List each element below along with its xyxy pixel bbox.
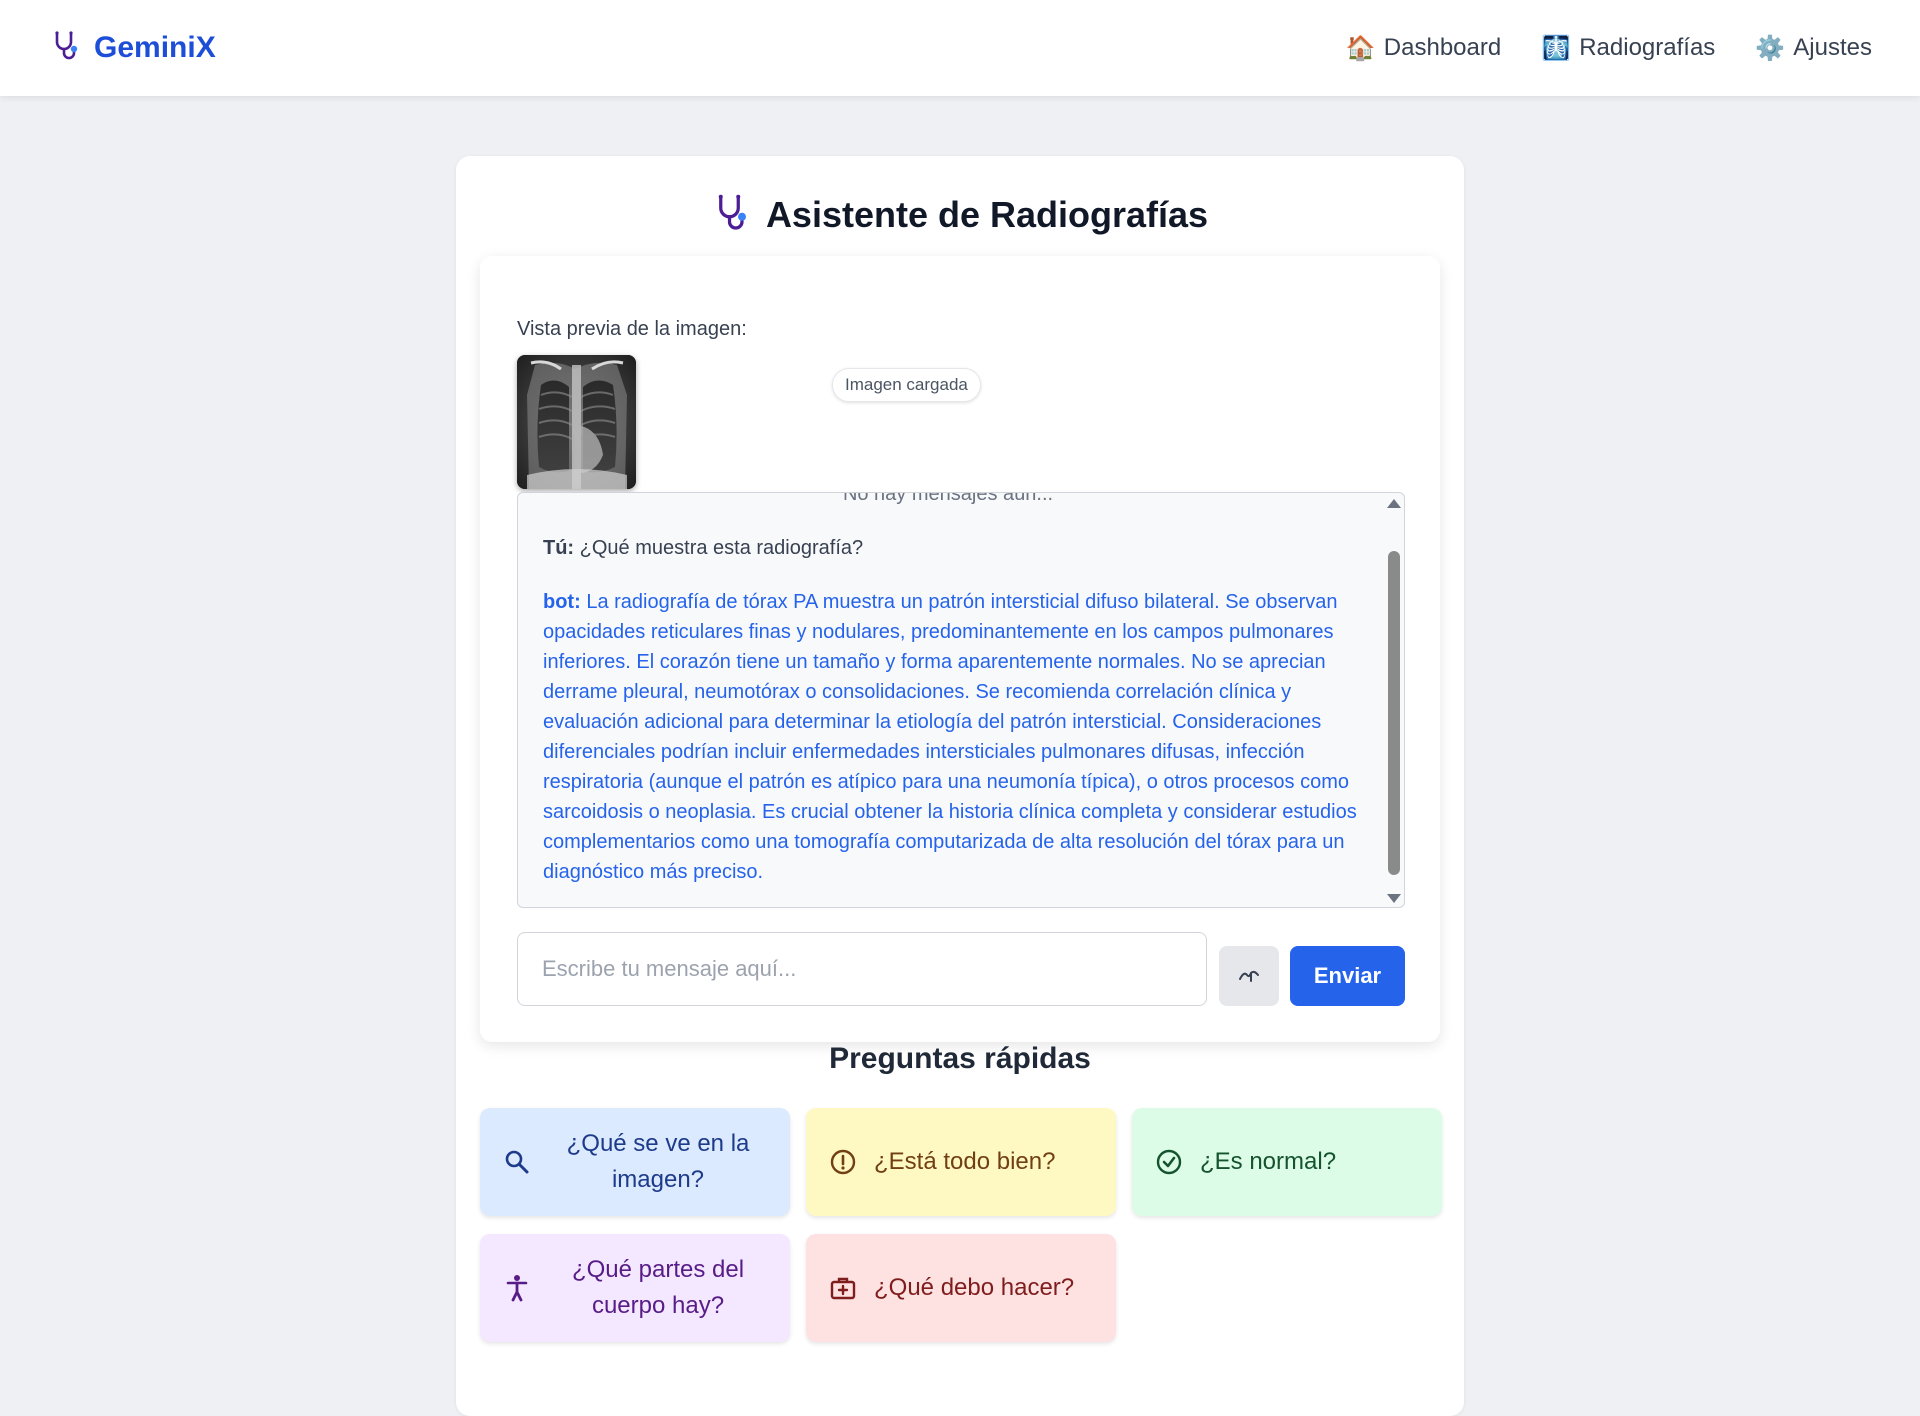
- quick-question-label: ¿Qué partes del cuerpo hay?: [571, 1256, 745, 1319]
- page-title: Asistente de Radiografías: [456, 190, 1464, 240]
- scroll-up-arrow-icon[interactable]: [1387, 499, 1401, 508]
- chat-scrollbar[interactable]: [1382, 493, 1404, 907]
- quick-question-body-parts[interactable]: ¿Qué partes del cuerpo hay?: [480, 1234, 790, 1342]
- stethoscope-icon: [712, 193, 752, 238]
- quick-question-what-to-do[interactable]: ¿Qué debo hacer?: [806, 1234, 1116, 1342]
- top-navbar: GeminiX 🏠 Dashboard 🩻 Radiografías ⚙️ Aj…: [0, 0, 1920, 96]
- quick-question-label: ¿Qué se ve en la imagen?: [566, 1130, 750, 1193]
- nav-item-label: Radiografías: [1579, 34, 1716, 61]
- medical-kit-icon: [828, 1273, 858, 1303]
- message-input[interactable]: [517, 932, 1207, 1006]
- gear-icon: ⚙️: [1755, 34, 1786, 62]
- quick-question-label: ¿Qué debo hacer?: [874, 1274, 1075, 1301]
- alert-circle-icon: [828, 1147, 858, 1177]
- person-icon: [502, 1273, 532, 1303]
- microphone-wave-icon: [1237, 963, 1261, 990]
- xray-skull-icon: 🩻: [1541, 34, 1572, 62]
- search-icon: [502, 1147, 532, 1177]
- house-icon: 🏠: [1345, 34, 1376, 62]
- nav-item-dashboard[interactable]: 🏠 Dashboard: [1346, 34, 1501, 63]
- message-sender: Tú:: [543, 537, 575, 559]
- quick-questions-title: Preguntas rápidas: [829, 1042, 1091, 1075]
- page-title-text: Asistente de Radiografías: [765, 194, 1209, 235]
- voice-input-button[interactable]: [1219, 946, 1279, 1006]
- message-text: La radiografía de tórax PA muestra un pa…: [543, 591, 1357, 883]
- assistant-card: Asistente de Radiografías Vista previa d…: [456, 156, 1464, 1416]
- preview-label: Vista previa de la imagen:: [517, 318, 747, 340]
- quick-question-is-normal[interactable]: ¿Es normal?: [1132, 1108, 1442, 1216]
- empty-messages-text: No hay mensajes aún...: [842, 492, 1054, 505]
- nav-item-ajustes[interactable]: ⚙️ Ajustes: [1755, 34, 1872, 63]
- nav-links: 🏠 Dashboard 🩻 Radiografías ⚙️ Ajustes: [1346, 34, 1872, 63]
- send-button[interactable]: Enviar: [1290, 946, 1405, 1006]
- nav-item-radiografias[interactable]: 🩻 Radiografías: [1541, 34, 1715, 63]
- bot-message: bot: La radiografía de tórax PA muestra …: [543, 587, 1363, 887]
- message-text: ¿Qué muestra esta radiografía?: [579, 537, 864, 559]
- brand-name: GeminiX: [94, 31, 216, 64]
- message-sender: bot:: [543, 591, 581, 613]
- image-status-badge: Imagen cargada: [832, 368, 981, 402]
- xray-thumbnail[interactable]: [517, 355, 636, 489]
- scroll-down-arrow-icon[interactable]: [1387, 894, 1401, 903]
- nav-item-label: Dashboard: [1383, 34, 1502, 61]
- brand[interactable]: GeminiX: [50, 30, 216, 67]
- chat-panel: Vista previa de la imagen: Imagen cargad…: [480, 256, 1440, 1042]
- quick-question-what-is-seen[interactable]: ¿Qué se ve en la imagen?: [480, 1108, 790, 1216]
- stethoscope-icon: [50, 30, 82, 67]
- user-message: Tú: ¿Qué muestra esta radiografía?: [543, 533, 1363, 563]
- quick-question-label: ¿Es normal?: [1200, 1148, 1337, 1175]
- nav-item-label: Ajustes: [1793, 34, 1872, 61]
- scrollbar-thumb[interactable]: [1388, 551, 1400, 875]
- chat-messages[interactable]: No hay mensajes aún... Tú: ¿Qué muestra …: [517, 492, 1405, 908]
- check-circle-icon: [1154, 1147, 1184, 1177]
- quick-question-label: ¿Está todo bien?: [874, 1148, 1056, 1175]
- quick-question-all-ok[interactable]: ¿Está todo bien?: [806, 1108, 1116, 1216]
